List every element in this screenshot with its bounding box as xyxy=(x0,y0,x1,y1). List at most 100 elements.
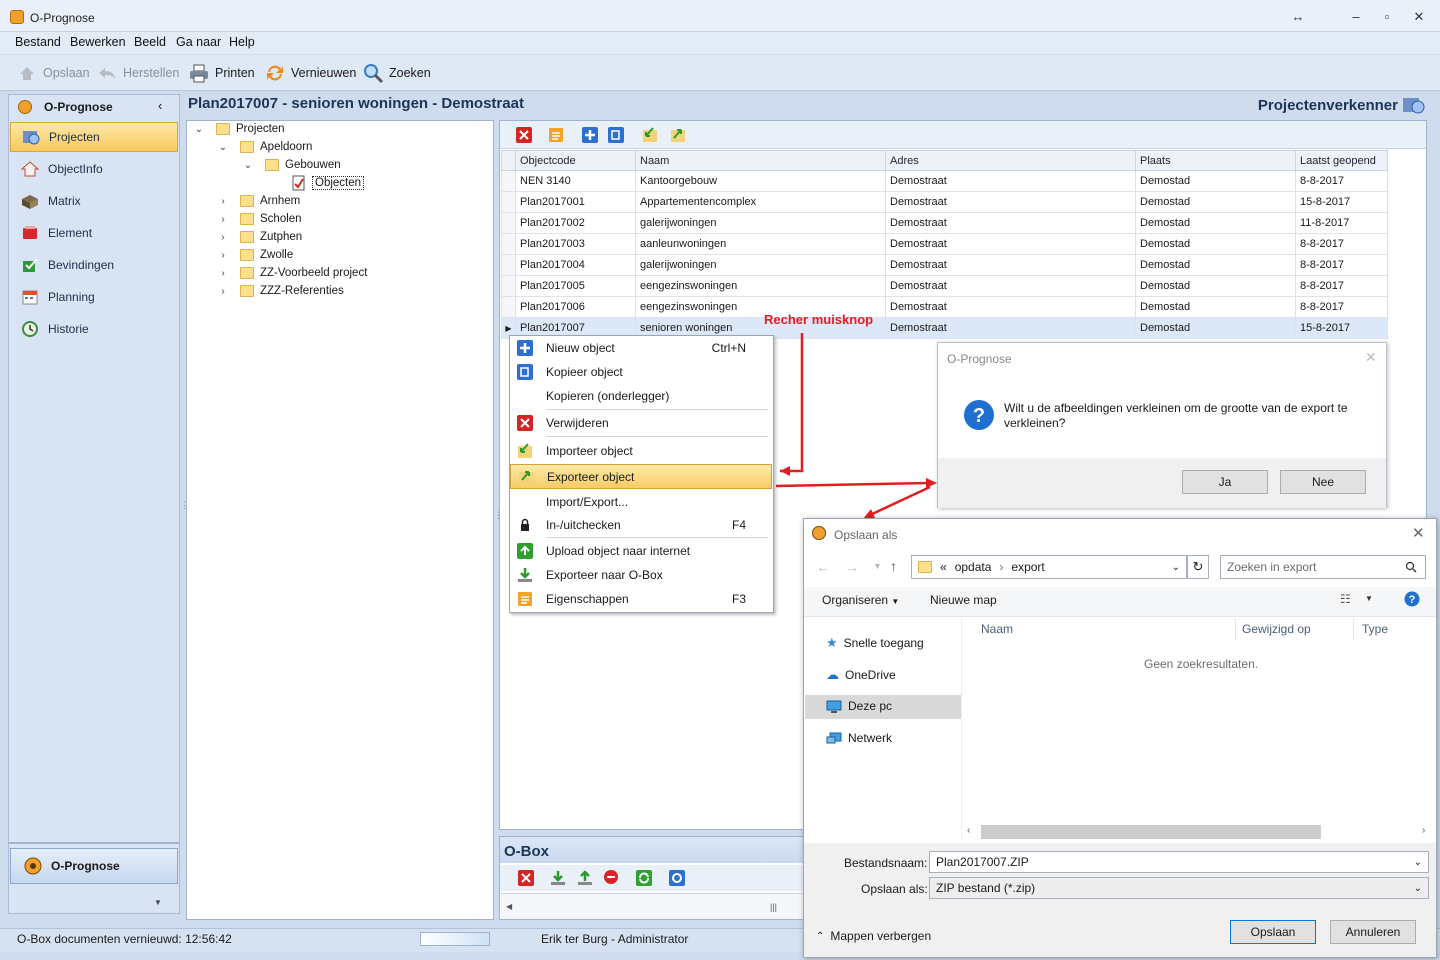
collapse-icon[interactable]: ‹ xyxy=(158,98,162,113)
menu-ga-naar[interactable]: Ga naar xyxy=(176,35,221,49)
view-dropdown-icon[interactable]: ▼ xyxy=(1365,594,1373,603)
sidebar-bottom-o-prognose[interactable]: O-Prognose xyxy=(10,848,178,884)
nav-item-deze-pc[interactable]: Deze pc xyxy=(826,699,892,713)
table-row[interactable]: NEN 3140 Kantoorgebouw Demostraat Demostad 8… xyxy=(501,170,1388,192)
new-folder-button[interactable]: Nieuwe map xyxy=(930,593,997,607)
row-selector[interactable] xyxy=(501,212,516,234)
sidebar-item-matrix[interactable]: Matrix xyxy=(10,186,178,216)
column-header-naam[interactable]: Naam xyxy=(981,622,1013,636)
menu-item-exporteer-naar-obox[interactable]: Exporteer naar O-Box xyxy=(510,563,772,587)
tree-node[interactable]: › Scholen xyxy=(218,210,302,228)
restore-button[interactable]: Herstellen xyxy=(96,61,179,85)
chevron-right-icon[interactable]: › xyxy=(218,268,228,279)
scroll-left-icon[interactable]: ‹ xyxy=(967,825,970,836)
menu-item-upload-object[interactable]: Upload object naar internet xyxy=(510,539,772,563)
remove-icon[interactable] xyxy=(603,869,619,885)
chevron-down-icon[interactable]: ⌄ xyxy=(243,160,253,171)
chevron-down-icon[interactable]: ⌄ xyxy=(1414,883,1422,894)
scroll-left-icon[interactable]: ◀ xyxy=(506,902,512,911)
column-header-adres[interactable]: Adres xyxy=(885,150,1136,171)
tree-node[interactable]: › ZZ-Voorbeeld project xyxy=(218,264,367,282)
table-row[interactable]: Plan2017004 galerijwoningen Demostraat Demo… xyxy=(501,254,1388,276)
column-header-type[interactable]: Type xyxy=(1362,622,1388,636)
close-button[interactable]: ✕ xyxy=(1409,8,1429,26)
forward-arrow-icon[interactable]: → xyxy=(845,559,859,575)
tree-node[interactable]: › Zwolle xyxy=(218,246,293,264)
sidebar-item-element[interactable]: Element xyxy=(10,218,178,248)
export-icon[interactable] xyxy=(669,126,687,144)
maximize-button[interactable]: ▫ xyxy=(1377,8,1397,26)
minimize-button[interactable]: – xyxy=(1346,8,1366,26)
tree-node[interactable]: Objecten xyxy=(292,174,365,192)
nav-item-onedrive[interactable]: ☁ OneDrive xyxy=(826,667,896,683)
column-header-plaats[interactable]: Plaats xyxy=(1135,150,1296,171)
column-header-laatst-geopend[interactable]: Laatst geopend xyxy=(1295,150,1388,171)
restore-size-icon[interactable]: ↔ xyxy=(1288,8,1308,26)
tree-node[interactable]: › ZZZ-Referenties xyxy=(218,282,344,300)
sidebar-item-bevindingen[interactable]: Bevindingen xyxy=(10,250,178,280)
column-header-naam[interactable]: Naam xyxy=(635,150,886,171)
chevron-right-icon[interactable]: › xyxy=(218,250,228,261)
chevron-right-icon[interactable]: › xyxy=(218,232,228,243)
breadcrumb-export[interactable]: export xyxy=(1011,560,1044,574)
column-header-gewijzigd-op[interactable]: Gewijzigd op xyxy=(1242,622,1311,636)
tree-node[interactable]: › Zutphen xyxy=(218,228,302,246)
upload-icon[interactable] xyxy=(576,869,594,887)
sidebar-item-projecten[interactable]: Projecten xyxy=(10,122,178,152)
view-options-icon[interactable]: ☷ xyxy=(1340,592,1351,606)
delete-icon[interactable] xyxy=(515,126,533,144)
nav-item-netwerk[interactable]: Netwerk xyxy=(826,731,892,745)
table-row[interactable]: Plan2017003 aanleunwoningen Demostraat Demo… xyxy=(501,233,1388,255)
help-icon[interactable]: ? xyxy=(1404,591,1420,607)
row-selector[interactable] xyxy=(501,254,516,276)
import-icon[interactable] xyxy=(641,126,659,144)
table-row[interactable]: Plan2017001 Appartementencomplex Demostraa… xyxy=(501,191,1388,213)
table-row[interactable]: Plan2017005 eengezinswoningen Demostraat De… xyxy=(501,275,1388,297)
tree-node[interactable]: › Arnhem xyxy=(218,192,300,210)
menu-item-kopieren-onderlegger[interactable]: Kopieren (onderlegger) xyxy=(510,384,772,408)
refresh-icon[interactable] xyxy=(635,869,653,887)
row-selector[interactable] xyxy=(501,191,516,213)
download-icon[interactable] xyxy=(549,869,567,887)
column-header-objectcode[interactable]: Objectcode xyxy=(515,150,636,171)
menu-bewerken[interactable]: Bewerken xyxy=(70,35,126,49)
organize-button[interactable]: Organiseren ▼ xyxy=(822,593,899,607)
hide-folders-toggle[interactable]: ⌃ Mappen verbergen xyxy=(816,929,931,943)
back-arrow-icon[interactable]: ← xyxy=(816,559,830,575)
row-selector[interactable] xyxy=(501,296,516,318)
menu-item-in-uitchecken[interactable]: In-/uitchecken F4 xyxy=(510,513,772,537)
search-button[interactable]: Zoeken xyxy=(362,61,431,85)
address-bar[interactable]: « opdata › export ⌄ xyxy=(911,555,1187,579)
refresh-button[interactable]: Vernieuwen xyxy=(264,61,356,85)
sidebar-item-historie[interactable]: Historie xyxy=(10,314,178,344)
save-confirm-button[interactable]: Opslaan xyxy=(1230,920,1316,944)
cancel-button[interactable]: Annuleren xyxy=(1330,920,1416,944)
menu-help[interactable]: Help xyxy=(229,35,255,49)
tree-node[interactable]: ⌄ Apeldoorn xyxy=(218,138,312,156)
chevron-down-icon[interactable]: ⌄ xyxy=(1172,562,1180,573)
menu-bestand[interactable]: Bestand xyxy=(15,35,61,49)
nav-item-snelle-toegang[interactable]: ★ Snelle toegang xyxy=(826,635,924,651)
chevron-down-icon[interactable]: ⌄ xyxy=(218,142,228,153)
yes-button[interactable]: Ja xyxy=(1182,470,1268,494)
settings-icon[interactable] xyxy=(668,869,686,887)
chevron-down-icon[interactable]: ⌄ xyxy=(1414,857,1422,868)
close-icon[interactable]: ✕ xyxy=(1412,524,1425,542)
menu-item-kopieer-object[interactable]: Kopieer object xyxy=(510,360,772,384)
save-button[interactable]: Opslaan xyxy=(16,61,90,85)
breadcrumb-opdata[interactable]: opdata xyxy=(955,560,992,574)
delete-icon[interactable] xyxy=(517,869,535,887)
menu-item-verwijderen[interactable]: Verwijderen xyxy=(510,411,772,435)
chevron-right-icon[interactable]: › xyxy=(218,286,228,297)
row-selector[interactable] xyxy=(501,233,516,255)
menu-beeld[interactable]: Beeld xyxy=(134,35,166,49)
refresh-button[interactable]: ↻ xyxy=(1187,555,1209,579)
table-row[interactable]: Plan2017002 galerijwoningen Demostraat Demo… xyxy=(501,212,1388,234)
sidebar-item-planning[interactable]: Planning xyxy=(10,282,178,312)
filename-input[interactable]: Plan2017007.ZIP ⌄ xyxy=(929,851,1429,873)
scroll-thumb-grip[interactable]: ||| xyxy=(770,902,777,912)
chevron-down-icon[interactable]: ⌄ xyxy=(194,124,204,135)
copy-icon[interactable] xyxy=(607,126,625,144)
row-selector[interactable] xyxy=(501,170,516,192)
table-row[interactable]: Plan2017006 eengezinswoningen Demostraat De… xyxy=(501,296,1388,318)
